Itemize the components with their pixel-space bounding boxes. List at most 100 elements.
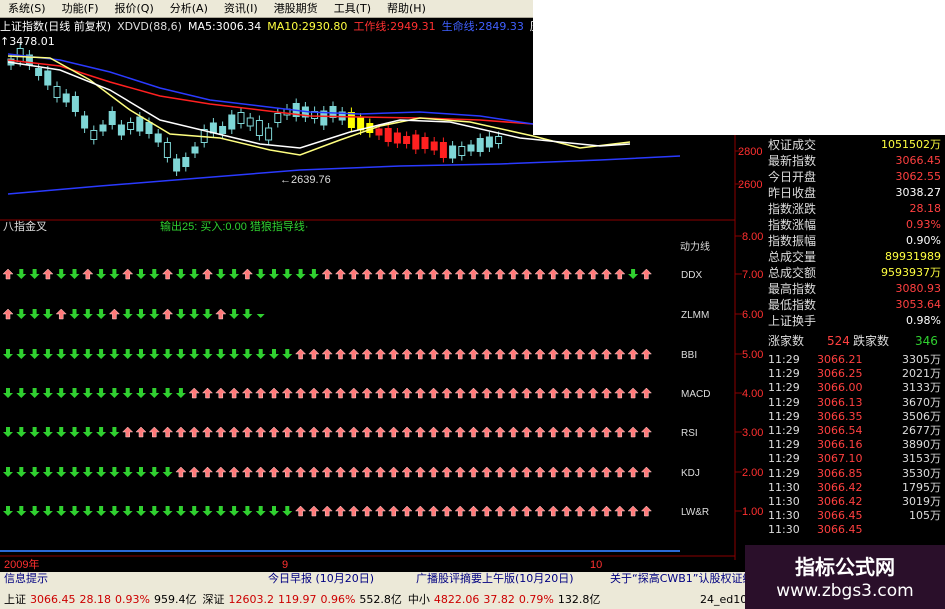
signal-up-arrow <box>600 466 613 478</box>
signal-up-arrow <box>348 387 360 399</box>
quote-row: 指数涨幅 0.93% <box>765 217 945 233</box>
low-price-label: ←2639.76 <box>280 174 331 186</box>
signal-up-arrow <box>268 466 280 478</box>
signal-up-arrow <box>494 348 506 360</box>
candle-body <box>439 142 447 158</box>
signal-up-arrow <box>374 348 387 360</box>
signal-up-arrow <box>215 466 227 478</box>
tick-volume: 3019万 <box>902 495 941 508</box>
signal-up-arrow <box>547 268 559 280</box>
signal-output: 输出25: 买入:0.00 猎狼指导线· <box>160 219 309 233</box>
signal-down-arrow <box>56 388 67 398</box>
signal-up-arrow <box>201 466 214 478</box>
tick-time: 11:29 <box>768 395 800 409</box>
signal-up-arrow <box>201 426 214 438</box>
signal-up-arrow <box>255 426 267 438</box>
index-ticker: 上证 3066.45 28.18 0.93% 959.4亿 深证 12603.2 119.97… <box>4 592 606 608</box>
signal-tick-label: 5.00 <box>742 349 763 361</box>
signal-up-arrow <box>547 387 559 399</box>
signal-down-arrow <box>96 506 107 516</box>
candle-body <box>449 145 457 159</box>
news-item-1[interactable]: 今日早报 (10月20日) <box>268 572 374 586</box>
signal-up-arrow <box>268 387 280 399</box>
candle-body <box>384 128 392 142</box>
quote-label: 最高指数 <box>768 282 817 296</box>
signal-down-arrow <box>16 309 27 319</box>
signal-down-arrow <box>242 309 253 319</box>
signal-up-arrow <box>507 348 520 360</box>
signal-up-arrow <box>321 348 333 360</box>
news-title[interactable]: 信息提示 <box>4 572 48 586</box>
signal-up-arrow <box>401 466 413 478</box>
signal-down-arrow <box>42 506 53 516</box>
signal-up-arrow <box>521 268 533 280</box>
indicator-label: ZLMM <box>681 310 709 321</box>
tick-volume: 1795万 <box>902 480 941 494</box>
signal-up-arrow <box>414 505 426 517</box>
signal-up-arrow <box>587 348 599 360</box>
signal-up-arrow <box>42 268 54 280</box>
tick-volume: 3153万 <box>902 452 941 466</box>
signal-up-arrow <box>388 505 400 517</box>
signal-up-arrow <box>334 426 347 438</box>
signal-up-arrow <box>454 387 466 399</box>
signal-up-arrow <box>388 348 400 360</box>
signal-up-arrow <box>600 387 613 399</box>
signal-up-arrow <box>640 387 653 399</box>
tick-row: 11:30 3066.45 <box>765 523 945 537</box>
signal-down-arrow <box>69 467 80 477</box>
news-item-2[interactable]: 广播股评摘要上午版(10月20日) <box>416 572 574 586</box>
signal-up-arrow <box>414 466 426 478</box>
signal-down-arrow <box>96 467 107 477</box>
signal-down-arrow <box>29 427 40 437</box>
signal-up-arrow <box>534 426 546 438</box>
ticker-field: 上证 <box>4 593 26 606</box>
candle-body <box>219 126 227 134</box>
ticker-field: 119.97 <box>277 593 317 606</box>
signal-up-arrow <box>534 348 546 360</box>
signal-up-arrow <box>321 387 333 399</box>
signal-down-arrow <box>109 349 120 359</box>
signal-down-arrow <box>109 467 120 477</box>
signal-up-arrow <box>201 387 214 399</box>
quote-value: 3066.45 <box>895 154 942 167</box>
signal-up-arrow <box>321 426 333 438</box>
tick-time: 11:30 <box>768 495 800 508</box>
signal-down-arrow <box>29 269 40 279</box>
indicator-label: DDX <box>681 270 702 281</box>
signal-down-arrow <box>122 506 133 516</box>
signal-up-arrow <box>587 466 599 478</box>
signal-up-arrow <box>494 505 506 517</box>
signal-up-arrow <box>640 426 653 438</box>
signal-up-arrow <box>334 348 347 360</box>
signal-down-arrow <box>175 388 186 398</box>
signal-up-arrow <box>55 308 67 320</box>
ticker-field: 12603.2 <box>228 593 274 606</box>
signal-up-arrow <box>640 348 653 360</box>
up-count: 524 <box>827 334 850 348</box>
signal-up-arrow <box>122 426 134 438</box>
signal-up-arrow <box>348 348 360 360</box>
date-label-oct: 10 <box>590 559 602 571</box>
signal-up-arrow <box>255 466 267 478</box>
signal-down-arrow <box>255 349 266 359</box>
tick-volume: 105万 <box>909 509 941 523</box>
quote-row: 上证换手 0.98% <box>765 313 945 329</box>
signal-down-arrow <box>162 388 173 398</box>
signal-up-arrow <box>334 466 347 478</box>
signal-up-arrow <box>481 348 493 360</box>
candle-body <box>53 86 61 98</box>
signal-down-arrow <box>295 269 306 279</box>
indicator-label: BBI <box>681 350 697 361</box>
signal-up-arrow <box>427 426 440 438</box>
news-item-3[interactable]: 关于“探高CWB1”认股权证终 <box>610 572 754 586</box>
candle-body <box>375 128 383 136</box>
candle-body <box>44 70 52 86</box>
signal-up-arrow <box>388 387 400 399</box>
signal-up-arrow <box>308 505 320 517</box>
candle-body <box>412 134 420 150</box>
signal-up-arrow <box>454 268 466 280</box>
quote-row: 今日开盘 3062.55 <box>765 169 945 185</box>
signal-up-arrow <box>294 466 307 478</box>
signal-up-arrow <box>241 466 254 478</box>
